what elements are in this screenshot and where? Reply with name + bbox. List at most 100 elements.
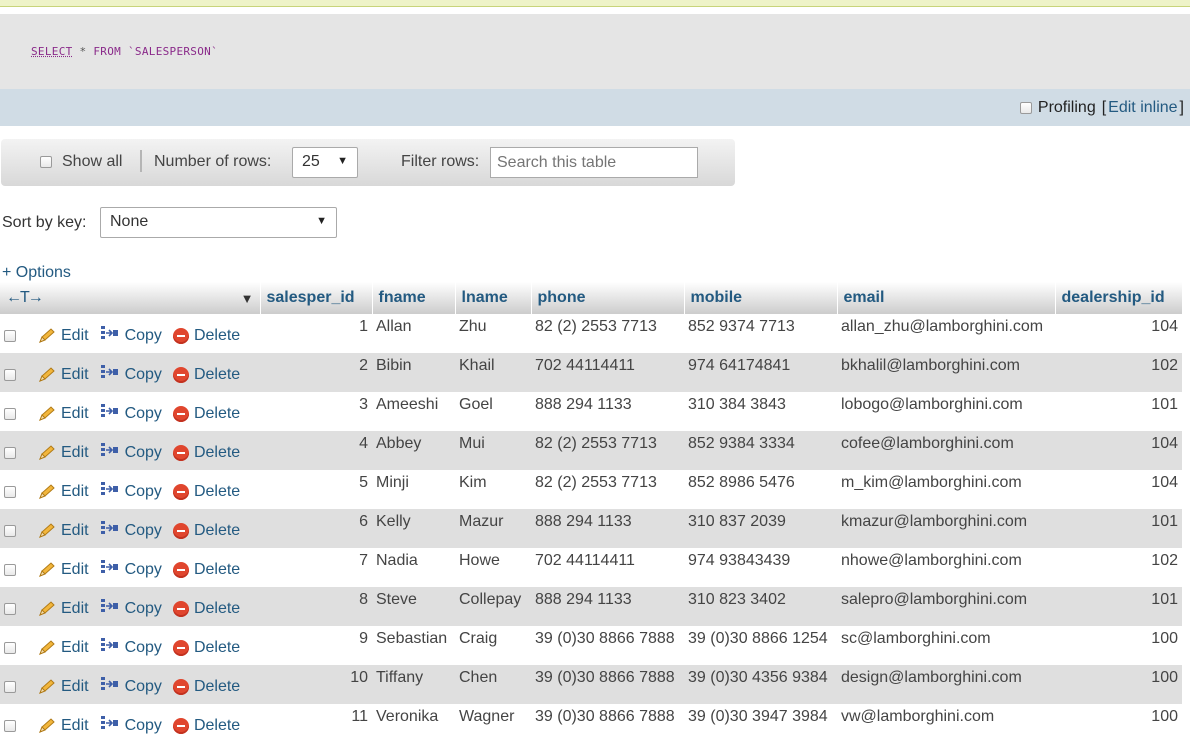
cell-email[interactable]: sc@lamborghini.com <box>837 626 1055 665</box>
header-fname[interactable]: fname <box>372 282 456 314</box>
row-select-checkbox[interactable] <box>4 407 16 420</box>
cell-lname[interactable]: Wagner <box>455 704 531 743</box>
cell-salesper-id[interactable]: 10 <box>260 665 372 704</box>
edit-button[interactable]: Edit <box>38 717 89 735</box>
cell-phone[interactable]: 82 (2) 2553 7713 <box>531 431 684 470</box>
cell-email[interactable]: allan_zhu@lamborghini.com <box>837 314 1055 353</box>
cell-dealership-id[interactable]: 100 <box>1055 626 1182 665</box>
header-salesper-id[interactable]: salesper_id <box>260 282 373 314</box>
cell-fname[interactable]: Ameeshi <box>372 392 455 431</box>
delete-button[interactable]: Delete <box>172 483 240 501</box>
delete-button[interactable]: Delete <box>172 561 240 579</box>
cell-mobile[interactable]: 852 9374 7713 <box>684 314 837 353</box>
cell-phone[interactable]: 39 (0)30 8866 7888 <box>531 626 684 665</box>
cell-mobile[interactable]: 310 384 3843 <box>684 392 837 431</box>
cell-fname[interactable]: Nadia <box>372 548 455 587</box>
row-select-checkbox[interactable] <box>4 485 16 498</box>
edit-button[interactable]: Edit <box>38 327 89 345</box>
cell-fname[interactable]: Veronika <box>372 704 455 743</box>
edit-inline-link[interactable]: Edit inline <box>1108 99 1177 117</box>
cell-lname[interactable]: Zhu <box>455 314 531 353</box>
copy-button[interactable]: Copy <box>100 637 162 658</box>
cell-mobile[interactable]: 974 93843439 <box>684 548 837 587</box>
sort-triangle-icon[interactable]: ▼ <box>241 291 254 306</box>
cell-salesper-id[interactable]: 8 <box>260 587 372 626</box>
table-row[interactable]: Edit Copy Delete 3 Ameeshi Goel 888 294 1133 31… <box>0 392 1182 431</box>
cell-phone[interactable]: 702 44114411 <box>531 548 684 587</box>
cell-phone[interactable]: 39 (0)30 8866 7888 <box>531 665 684 704</box>
copy-button[interactable]: Copy <box>100 442 162 463</box>
table-row[interactable]: Edit Copy Delete 2 Bibin Khail 702 44114411 974… <box>0 353 1182 392</box>
filter-search-input[interactable] <box>490 147 698 178</box>
copy-button[interactable]: Copy <box>100 520 162 541</box>
cell-fname[interactable]: Bibin <box>372 353 455 392</box>
cell-phone[interactable]: 702 44114411 <box>531 353 684 392</box>
edit-button[interactable]: Edit <box>38 639 89 657</box>
rows-select[interactable]: 25 ▼ <box>292 147 358 178</box>
delete-button[interactable]: Delete <box>172 366 240 384</box>
edit-button[interactable]: Edit <box>38 561 89 579</box>
row-select-checkbox[interactable] <box>4 446 16 459</box>
delete-button[interactable]: Delete <box>172 678 240 696</box>
cell-lname[interactable]: Kim <box>455 470 531 509</box>
cell-lname[interactable]: Chen <box>455 665 531 704</box>
delete-button[interactable]: Delete <box>172 639 240 657</box>
row-select-checkbox[interactable] <box>4 563 16 576</box>
edit-button[interactable]: Edit <box>38 600 89 618</box>
copy-button[interactable]: Copy <box>100 481 162 502</box>
header-email[interactable]: email <box>837 282 1056 314</box>
cell-mobile[interactable]: 974 64174841 <box>684 353 837 392</box>
cell-email[interactable]: design@lamborghini.com <box>837 665 1055 704</box>
row-select-checkbox[interactable] <box>4 524 16 537</box>
row-select-checkbox[interactable] <box>4 719 16 732</box>
cell-salesper-id[interactable]: 11 <box>260 704 372 743</box>
cell-phone[interactable]: 888 294 1133 <box>531 509 684 548</box>
edit-button[interactable]: Edit <box>38 522 89 540</box>
cell-dealership-id[interactable]: 104 <box>1055 470 1182 509</box>
cell-mobile[interactable]: 852 9384 3334 <box>684 431 837 470</box>
copy-button[interactable]: Copy <box>100 325 162 346</box>
cell-email[interactable]: m_kim@lamborghini.com <box>837 470 1055 509</box>
cell-email[interactable]: cofee@lamborghini.com <box>837 431 1055 470</box>
column-resize-icon[interactable]: ←T→ <box>6 289 44 307</box>
cell-email[interactable]: kmazur@lamborghini.com <box>837 509 1055 548</box>
cell-lname[interactable]: Mazur <box>455 509 531 548</box>
show-all-label[interactable]: Show all <box>62 153 122 171</box>
cell-dealership-id[interactable]: 100 <box>1055 665 1182 704</box>
delete-button[interactable]: Delete <box>172 717 240 735</box>
edit-button[interactable]: Edit <box>38 678 89 696</box>
cell-fname[interactable]: Abbey <box>372 431 455 470</box>
table-row[interactable]: Edit Copy Delete 6 Kelly Mazur 888 294 1133 310… <box>0 509 1182 548</box>
cell-email[interactable]: vw@lamborghini.com <box>837 704 1055 743</box>
cell-dealership-id[interactable]: 100 <box>1055 704 1182 743</box>
cell-fname[interactable]: Steve <box>372 587 455 626</box>
cell-salesper-id[interactable]: 2 <box>260 353 372 392</box>
cell-lname[interactable]: Howe <box>455 548 531 587</box>
header-phone[interactable]: phone <box>531 282 685 314</box>
cell-phone[interactable]: 888 294 1133 <box>531 392 684 431</box>
table-row[interactable]: Edit Copy Delete 7 Nadia Howe 702 44114411 974 … <box>0 548 1182 587</box>
cell-email[interactable]: salepro@lamborghini.com <box>837 587 1055 626</box>
cell-phone[interactable]: 82 (2) 2553 7713 <box>531 314 684 353</box>
row-select-checkbox[interactable] <box>4 641 16 654</box>
cell-fname[interactable]: Tiffany <box>372 665 455 704</box>
cell-dealership-id[interactable]: 101 <box>1055 509 1182 548</box>
copy-button[interactable]: Copy <box>100 559 162 580</box>
table-row[interactable]: Edit Copy Delete 8 Steve Collepay 888 294 1133… <box>0 587 1182 626</box>
cell-lname[interactable]: Craig <box>455 626 531 665</box>
cell-mobile[interactable]: 39 (0)30 3947 3984 <box>684 704 837 743</box>
cell-dealership-id[interactable]: 102 <box>1055 548 1182 587</box>
cell-dealership-id[interactable]: 101 <box>1055 392 1182 431</box>
table-row[interactable]: Edit Copy Delete 5 Minji Kim 82 (2) 2553 7713 8… <box>0 470 1182 509</box>
row-select-checkbox[interactable] <box>4 680 16 693</box>
options-link[interactable]: + Options <box>2 264 71 282</box>
cell-salesper-id[interactable]: 1 <box>260 314 372 353</box>
row-select-checkbox[interactable] <box>4 329 16 342</box>
cell-mobile[interactable]: 310 837 2039 <box>684 509 837 548</box>
cell-salesper-id[interactable]: 3 <box>260 392 372 431</box>
cell-salesper-id[interactable]: 7 <box>260 548 372 587</box>
cell-email[interactable]: lobogo@lamborghini.com <box>837 392 1055 431</box>
table-row[interactable]: Edit Copy Delete 4 Abbey Mui 82 (2) 2553 7713 8… <box>0 431 1182 470</box>
cell-mobile[interactable]: 39 (0)30 4356 9384 <box>684 665 837 704</box>
copy-button[interactable]: Copy <box>100 403 162 424</box>
